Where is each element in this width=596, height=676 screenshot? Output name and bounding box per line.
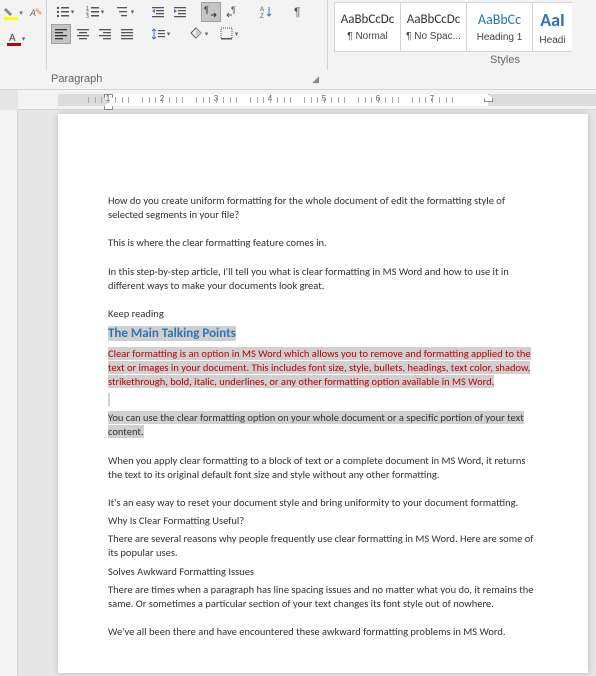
svg-text:3: 3 [86,14,89,19]
svg-text:¶: ¶ [294,5,300,19]
show-hide-marks-button[interactable]: ¶ [289,2,309,22]
svg-text:¶: ¶ [231,5,236,15]
body-text: How do you create uniform formatting for… [108,194,538,222]
numbering-button[interactable]: 123▾ [81,2,109,22]
ltr-text-direction-button[interactable]: ¶ [201,2,221,22]
increase-indent-button[interactable] [171,2,191,22]
paragraph-dialog-launcher-icon[interactable]: ◢ [312,74,323,85]
body-text: We've all been there and have encountere… [108,625,538,639]
align-right-button[interactable] [95,24,115,44]
selected-body-text: You can use the clear formatting option … [108,411,538,439]
vertical-ruler[interactable] [0,110,18,676]
selected-heading: The Main Talking Points [108,325,538,343]
multilevel-list-button[interactable]: ▾ [111,2,139,22]
svg-text:A: A [29,8,36,18]
document-page[interactable]: How do you create uniform formatting for… [58,114,588,673]
body-text: Solves Awkward Formatting Issues [108,565,538,579]
sort-button[interactable]: AZ [253,2,281,22]
clear-formatting-button[interactable]: A [27,3,44,23]
body-text: There are times when a paragraph has lin… [108,583,538,611]
horizontal-ruler[interactable]: 1234567 [18,90,596,110]
svg-text:Z: Z [260,14,264,19]
style-normal[interactable]: AaBbCcDc ¶ Normal [334,2,400,52]
body-text: Why Is Clear Formatting Useful? [108,514,538,528]
paragraph-group: ▾ 123▾ ▾ ¶ ¶ AZ ¶ ▾ [47,0,327,89]
align-left-button[interactable] [51,24,71,44]
shading-button[interactable]: ▾ [185,24,213,44]
styles-group: AaBbCcDc ¶ Normal AaBbCcDc ¶ No Spac... … [328,0,596,89]
borders-button[interactable]: ▾ [215,24,243,44]
highlight-color-button[interactable]: ▾ [2,3,25,23]
body-text: In this step-by-step article, I'll tell … [108,265,538,293]
styles-gallery[interactable]: AaBbCcDc ¶ Normal AaBbCcDc ¶ No Spac... … [334,2,596,52]
document-area: 1234567 How do you create uniform format… [0,90,596,676]
style-heading-2[interactable]: AaI Headi [532,2,572,52]
selected-body-text: Clear formatting is an option in MS Word… [108,347,538,390]
styles-group-label: Styles [490,54,520,66]
ribbon: ▾ A A▾ ▾ 123▾ ▾ ¶ ¶ [0,0,596,90]
svg-text:¶: ¶ [204,5,209,15]
decrease-indent-button[interactable] [149,2,169,22]
font-group-partial: ▾ A A▾ [0,0,46,89]
align-center-button[interactable] [73,24,93,44]
font-color-button[interactable]: A▾ [2,29,30,49]
svg-text:A: A [260,7,264,13]
paragraph-group-label: Paragraph [51,73,102,85]
body-text: When you apply clear formatting to a blo… [108,454,538,482]
body-text: There are several reasons why people fre… [108,532,538,560]
body-text: Keep reading [108,307,538,321]
line-spacing-button[interactable]: ▾ [147,24,175,44]
svg-text:A: A [9,33,16,44]
rtl-text-direction-button[interactable]: ¶ [223,2,243,22]
body-text: This is where the clear formatting featu… [108,236,538,250]
bullets-button[interactable]: ▾ [51,2,79,22]
justify-button[interactable] [117,24,137,44]
selected-body-text [108,393,538,407]
body-text: It's an easy way to reset your document … [108,496,538,510]
style-no-spacing[interactable]: AaBbCcDc ¶ No Spac... [400,2,466,52]
